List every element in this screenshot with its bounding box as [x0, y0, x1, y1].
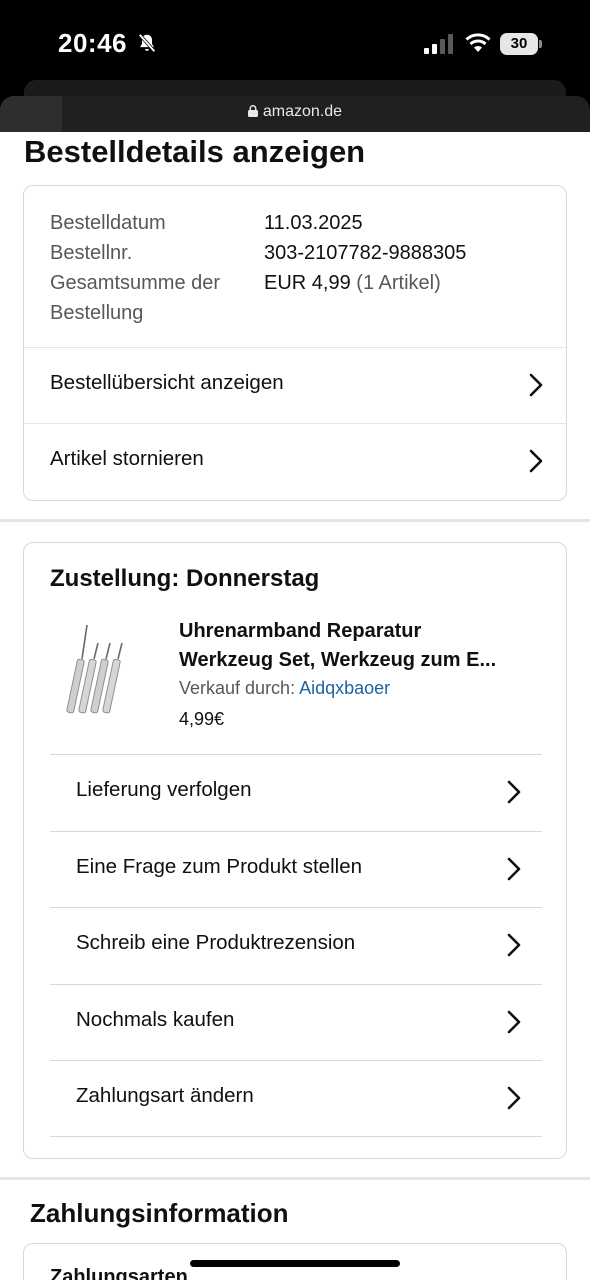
- order-date-value: 11.03.2025: [264, 212, 363, 234]
- cell-signal-icon: [424, 34, 453, 54]
- seller-link[interactable]: Aidqxbaoer: [299, 678, 390, 698]
- bell-muted-icon: [138, 33, 156, 53]
- cancel-items-label: Artikel stornieren: [50, 447, 204, 470]
- product-price: 4,99€: [179, 709, 225, 729]
- chevron-right-icon: [507, 857, 521, 881]
- product-title[interactable]: Uhrenarmband Reparatur Werkzeug Set, Wer…: [179, 617, 549, 675]
- order-date-label: Bestelldatum: [50, 212, 166, 234]
- order-summary-card: Bestelldatum 11.03.2025 Bestellnr. 303-2…: [23, 185, 567, 501]
- payment-methods-label: Zahlungsarten: [50, 1266, 188, 1280]
- buy-again-link[interactable]: Nochmals kaufen: [50, 984, 542, 1061]
- section-divider: [0, 1177, 590, 1180]
- ask-product-question-label: Eine Frage zum Produkt stellen: [76, 855, 362, 878]
- view-order-summary-link[interactable]: Bestellübersicht anzeigen: [24, 347, 566, 423]
- status-bar: 20:46 30 amazon.de: [0, 0, 590, 132]
- url-domain: amazon.de: [262, 103, 343, 120]
- battery-level: 30: [500, 33, 538, 55]
- order-item-count: (1 Artikel): [356, 272, 441, 294]
- order-number-label: Bestellnr.: [50, 242, 133, 264]
- write-review-label: Schreib eine Produktrezension: [76, 931, 356, 954]
- order-total-label: Gesamtsumme der Bestellung: [50, 272, 221, 324]
- home-indicator[interactable]: [190, 1260, 400, 1267]
- payment-info-title: Zahlungsinformation: [30, 1198, 289, 1228]
- section-divider: [0, 519, 590, 522]
- page-title: Bestelldetails anzeigen: [24, 134, 366, 169]
- product-title-line2: Werkzeug Set, Werkzeug zum E...: [179, 649, 497, 671]
- order-number-row: Bestellnr. 303-2107782-9888305: [50, 238, 550, 268]
- change-payment-method-label: Zahlungsart ändern: [76, 1084, 254, 1107]
- status-time: 20:46: [58, 28, 127, 58]
- product-title-line1: Uhrenarmband Reparatur: [179, 620, 422, 642]
- delivery-card: Zustellung: Donnerstag Uhrenarmband Repa…: [23, 542, 567, 1159]
- change-payment-method-link[interactable]: Zahlungsart ändern: [50, 1060, 542, 1137]
- order-total-amount: EUR 4,99: [264, 272, 351, 294]
- divider: [50, 1136, 542, 1137]
- order-date-row: Bestelldatum 11.03.2025: [50, 208, 550, 238]
- seller-label: Verkauf durch:: [179, 678, 296, 698]
- order-number-value: 303-2107782-9888305: [264, 242, 467, 264]
- chevron-right-icon: [507, 780, 521, 804]
- order-total-value: EUR 4,99 (1 Artikel): [264, 268, 550, 328]
- product-image[interactable]: [64, 619, 144, 719]
- chevron-right-icon: [507, 1010, 521, 1034]
- chevron-right-icon: [529, 373, 543, 397]
- battery-icon: 30: [500, 33, 542, 55]
- chevron-right-icon: [507, 1086, 521, 1110]
- ask-product-question-link[interactable]: Eine Frage zum Produkt stellen: [50, 831, 542, 908]
- url-text[interactable]: amazon.de: [0, 103, 590, 121]
- view-order-summary-label: Bestellübersicht anzeigen: [50, 371, 284, 394]
- delivery-title: Zustellung: Donnerstag: [50, 565, 320, 592]
- write-review-link[interactable]: Schreib eine Produktrezension: [50, 907, 542, 984]
- order-details: Bestelldatum 11.03.2025 Bestellnr. 303-2…: [50, 208, 550, 328]
- buy-again-label: Nochmals kaufen: [76, 1008, 235, 1031]
- order-total-row: Gesamtsumme der Bestellung EUR 4,99 (1 A…: [50, 268, 550, 328]
- seller-info: Verkauf durch: Aidqxbaoer: [179, 678, 390, 699]
- chevron-right-icon: [529, 449, 543, 473]
- track-delivery-link[interactable]: Lieferung verfolgen: [50, 754, 542, 831]
- cancel-items-link[interactable]: Artikel stornieren: [24, 423, 566, 499]
- track-delivery-label: Lieferung verfolgen: [76, 778, 252, 801]
- chevron-right-icon: [507, 933, 521, 957]
- lock-icon: [247, 105, 258, 117]
- wifi-icon: [465, 33, 491, 52]
